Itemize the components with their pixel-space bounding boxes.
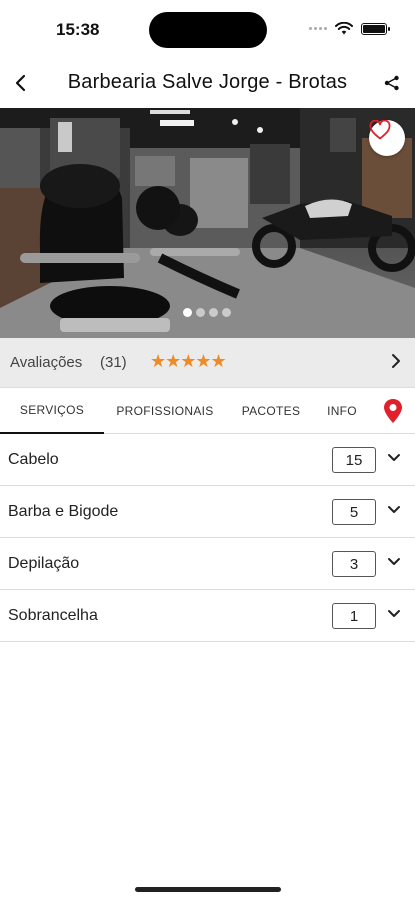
service-name: Barba e Bigode [8, 503, 119, 520]
status-time: 15:38 [56, 20, 100, 39]
tab-pacotes[interactable]: PACOTES [236, 388, 306, 434]
service-row-depilacao[interactable]: Depilação 3 [0, 538, 415, 590]
service-count-badge: 3 [332, 551, 376, 577]
tab-servicos[interactable]: SERVIÇOS [0, 388, 104, 434]
barbershop-photo [0, 108, 415, 338]
service-row-cabelo[interactable]: Cabelo 15 [0, 434, 415, 486]
service-row-barba-e-bigode[interactable]: Barba e Bigode 5 [0, 486, 415, 538]
chevron-down-icon[interactable] [387, 453, 401, 463]
reviews-label: Avaliações [10, 354, 83, 371]
reviews-bar[interactable]: Avaliações (31) ★★★★★ [0, 338, 415, 388]
share-button[interactable] [375, 66, 409, 100]
carousel-dot[interactable] [222, 308, 231, 317]
heart-outline-icon [369, 120, 391, 140]
carousel-dot[interactable] [196, 308, 205, 317]
service-count-badge: 1 [332, 603, 376, 629]
service-name: Cabelo [8, 451, 59, 468]
hero-image[interactable] [0, 108, 415, 338]
home-indicator[interactable] [135, 887, 281, 892]
service-name: Depilação [8, 555, 80, 572]
tab-bar: SERVIÇOS PROFISSIONAIS PACOTES INFO [0, 388, 415, 434]
chevron-left-icon [15, 74, 26, 92]
chevron-down-icon[interactable] [387, 557, 401, 567]
service-count-badge: 5 [332, 499, 376, 525]
cellular-signal-icon [309, 27, 327, 30]
wifi-icon [335, 22, 353, 35]
back-button[interactable] [4, 66, 38, 100]
status-icons [309, 22, 390, 35]
location-pin-icon[interactable] [381, 398, 405, 424]
page-title: Barbearia Salve Jorge - Brotas [67, 71, 348, 93]
tab-info[interactable]: INFO [318, 388, 366, 434]
carousel-dot[interactable] [209, 308, 218, 317]
tab-profissionais[interactable]: PROFISSIONAIS [110, 388, 220, 434]
battery-icon [361, 22, 390, 35]
carousel-indicator[interactable] [183, 308, 231, 317]
service-row-sobrancelha[interactable]: Sobrancelha 1 [0, 590, 415, 642]
share-icon [384, 75, 399, 91]
app-header: Barbearia Salve Jorge - Brotas [0, 58, 415, 108]
service-count-badge: 15 [332, 447, 376, 473]
carousel-dot-active[interactable] [183, 308, 192, 317]
chevron-right-icon [392, 354, 400, 368]
dynamic-island [149, 12, 267, 48]
chevron-down-icon[interactable] [387, 609, 401, 619]
chevron-down-icon[interactable] [387, 505, 401, 515]
favorite-button[interactable] [369, 120, 405, 156]
rating-stars: ★★★★★ [150, 351, 227, 371]
status-bar: 15:38 [0, 0, 415, 58]
service-list: Cabelo 15 Barba e Bigode 5 Depilação 3 S… [0, 434, 415, 642]
service-name: Sobrancelha [8, 607, 98, 624]
reviews-count: (31) [100, 354, 127, 371]
